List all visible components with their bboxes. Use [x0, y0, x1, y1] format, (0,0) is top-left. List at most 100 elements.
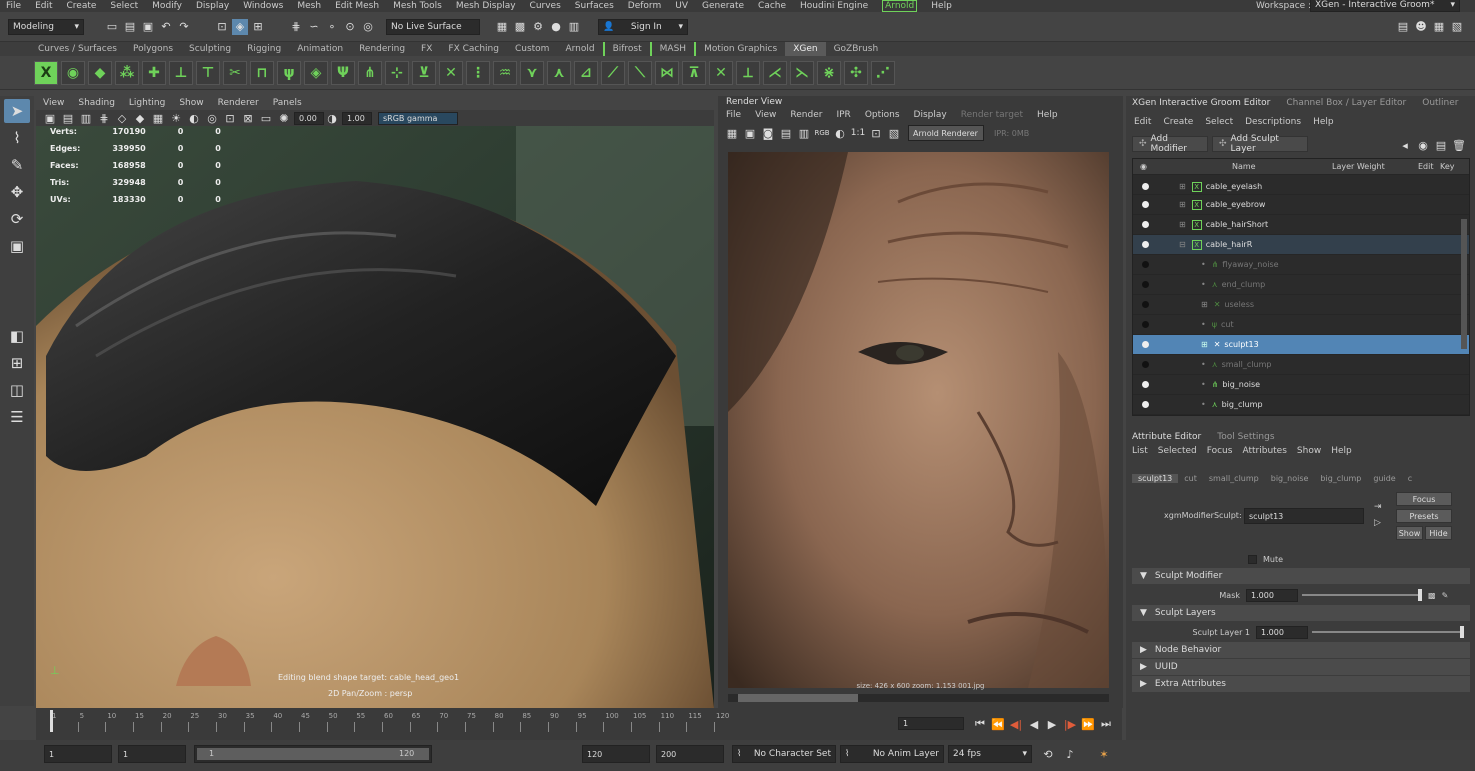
play-backward-icon[interactable]: ◀ [1026, 716, 1042, 732]
rv-menu-render[interactable]: Render [790, 110, 822, 120]
lasso-tool-icon[interactable]: ⌇ [4, 126, 30, 150]
menu-mesh-display[interactable]: Mesh Display [456, 1, 516, 11]
visibility-toggle[interactable] [1142, 301, 1149, 308]
xgen-freeze-icon[interactable]: ⊹ [385, 60, 409, 85]
shelf-tab-custom[interactable]: Custom [507, 42, 557, 56]
step-back-key-icon[interactable]: ⏪ [990, 716, 1006, 732]
uuid-section[interactable]: ▶ UUID [1132, 659, 1470, 675]
xgen-brush11-icon[interactable]: ⋋ [790, 60, 814, 85]
textured-icon[interactable]: ▦ [150, 110, 166, 126]
viewport-scene[interactable]: Verts: 170190 0 0 Edges: 339950 0 0 Faces: 1689… [36, 126, 714, 708]
step-forward-key-icon[interactable]: ⏩ [1080, 716, 1096, 732]
menu-surfaces[interactable]: Surfaces [575, 1, 614, 11]
visibility-toggle[interactable] [1142, 241, 1149, 248]
menu-arnold[interactable]: Arnold [882, 0, 918, 12]
xgen-menu-create[interactable]: Create [1163, 117, 1193, 127]
xgen-lock-icon[interactable]: ⊓ [250, 60, 274, 85]
visibility-toggle[interactable] [1142, 221, 1149, 228]
menu-select[interactable]: Select [110, 1, 138, 11]
checker-map-icon[interactable]: ▩ [1428, 591, 1436, 600]
rv-menu-ipr[interactable]: IPR [836, 110, 850, 120]
xgen-sculpt-icon[interactable]: ⁂ [115, 60, 139, 85]
node-tab-guide[interactable]: guide [1367, 474, 1401, 483]
shelf-tab-sculpting[interactable]: Sculpting [181, 42, 239, 56]
step-back-frame-icon[interactable]: ◀| [1008, 716, 1024, 732]
animation-start-field[interactable]: 1 [44, 745, 112, 763]
layer-row[interactable]: • ⋔ flyaway_noise [1133, 255, 1469, 275]
xgen-layer-icon[interactable]: ◈ [304, 60, 328, 85]
xgen-clump-icon[interactable]: ♒ [493, 60, 517, 85]
character-set-dropdown[interactable]: ⌇ No Character Set [732, 745, 836, 763]
workspace-dropdown[interactable]: XGen - Interactive Groom* ▾ [1310, 0, 1460, 12]
snap-curve-icon[interactable]: ∽ [306, 19, 322, 35]
xgen-brush6-icon[interactable]: ⋈ [655, 60, 679, 85]
go-to-start-icon[interactable]: ⏮ [972, 716, 988, 732]
render-image-area[interactable] [728, 152, 1109, 688]
select-component-icon[interactable]: ⊞ [250, 19, 266, 35]
layer-row[interactable]: • ⋏ end_clump [1133, 275, 1469, 295]
rgb-channel-button[interactable]: RGB [814, 125, 830, 141]
xgen-brush9-icon[interactable]: ⟂ [736, 60, 760, 85]
shelf-tab-gozbrush[interactable]: GoZBrush [826, 42, 887, 56]
rv-menu-view[interactable]: View [755, 110, 776, 120]
paint-select-tool-icon[interactable]: ✎ [4, 153, 30, 177]
menu-modify[interactable]: Modify [152, 1, 182, 11]
hide-button[interactable]: Hide [1425, 526, 1452, 540]
sculpt-layer1-value-field[interactable]: 1.000 [1256, 625, 1308, 639]
xgen-brush7-icon[interactable]: ⊼ [682, 60, 706, 85]
hypershade-icon[interactable]: ● [548, 19, 564, 35]
tab-outliner[interactable]: Outliner [1416, 98, 1464, 108]
isolate-icon[interactable]: ⊡ [222, 110, 238, 126]
rv-menu-render-target[interactable]: Render target [961, 110, 1023, 120]
snapshot-icon[interactable]: ◙ [760, 125, 776, 141]
menu-houdini-engine[interactable]: Houdini Engine [800, 1, 868, 11]
menu-create[interactable]: Create [67, 1, 97, 11]
xgen-brush2-icon[interactable]: ⋏ [547, 60, 571, 85]
select-hierarchy-icon[interactable]: ⊡ [214, 19, 230, 35]
vp-menu-shading[interactable]: Shading [78, 98, 115, 108]
new-scene-icon[interactable]: ▭ [104, 19, 120, 35]
mask-value-field[interactable]: 1.000 [1246, 588, 1298, 602]
xgen-place-icon[interactable]: ✚ [142, 60, 166, 85]
tab-channel-box[interactable]: Channel Box / Layer Editor [1280, 98, 1412, 108]
snap-grid-icon[interactable]: ⋕ [288, 19, 304, 35]
xgen-menu-edit[interactable]: Edit [1134, 117, 1151, 127]
menu-help[interactable]: Help [931, 1, 952, 11]
colorspace-dropdown[interactable]: sRGB gamma [378, 111, 458, 125]
show-button[interactable]: Show [1396, 526, 1423, 540]
mode-dropdown[interactable]: Modeling ▾ [8, 18, 84, 35]
vp-menu-show[interactable]: Show [179, 98, 203, 108]
attr-menu-focus[interactable]: Focus [1207, 446, 1233, 456]
attr-menu-selected[interactable]: Selected [1158, 446, 1197, 456]
mask-slider-handle[interactable] [1418, 589, 1422, 601]
exposure-icon[interactable]: ✺ [276, 110, 292, 126]
range-slider-handle[interactable] [197, 748, 429, 760]
layer-list-scrollbar[interactable] [1461, 219, 1467, 349]
copy-tab-icon[interactable]: ▷ [1374, 518, 1381, 528]
collapse-icon[interactable]: ◂ [1397, 137, 1413, 153]
grid-icon[interactable]: ⋕ [96, 110, 112, 126]
camera-icon[interactable]: ▣ [42, 110, 58, 126]
xgen-create-icon[interactable]: ◉ [61, 60, 85, 85]
rv-menu-file[interactable]: File [726, 110, 741, 120]
mute-checkbox[interactable] [1248, 555, 1257, 564]
vp-menu-renderer[interactable]: Renderer [218, 98, 259, 108]
xgen-select-icon[interactable]: ⊻ [412, 60, 436, 85]
visibility-toggle[interactable] [1142, 381, 1149, 388]
extra-attributes-section[interactable]: ▶ Extra Attributes [1132, 676, 1470, 692]
smooth-shade-icon[interactable]: ◆ [132, 110, 148, 126]
menu-cache[interactable]: Cache [758, 1, 786, 11]
go-to-end-icon[interactable]: ⏭ [1098, 716, 1114, 732]
layer-row[interactable]: ⊞ ✕ useless [1133, 295, 1469, 315]
layer-row[interactable]: • ψ cut [1133, 315, 1469, 335]
snap-view-icon[interactable]: ⊙ [342, 19, 358, 35]
xgen-brush5-icon[interactable]: ⟍ [628, 60, 652, 85]
xgen-groom-icon[interactable]: ◆ [88, 60, 112, 85]
menu-edit[interactable]: Edit [35, 1, 52, 11]
xgen-brush14-icon[interactable]: ⋰ [871, 60, 895, 85]
play-forward-icon[interactable]: ▶ [1044, 716, 1060, 732]
layer-row[interactable]: ⊞ X cable_hairShort [1133, 215, 1469, 235]
layer-row[interactable]: ⊟ X cable_hairR [1133, 235, 1469, 255]
mask-slider[interactable] [1302, 589, 1422, 601]
tab-attribute-editor[interactable]: Attribute Editor [1126, 432, 1207, 442]
